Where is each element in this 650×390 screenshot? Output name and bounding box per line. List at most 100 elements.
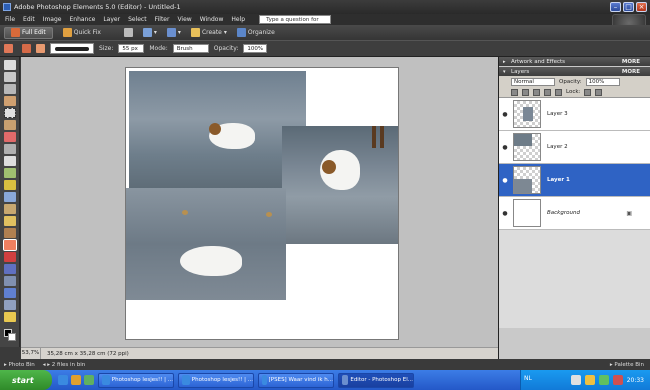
clone-stamp-icon[interactable] (3, 228, 16, 238)
menu-file[interactable]: File (5, 16, 15, 23)
create-button[interactable]: Create ▾ (188, 28, 230, 37)
menu-select[interactable]: Select (128, 16, 147, 23)
menu-filter[interactable]: Filter (155, 16, 170, 23)
ie-icon[interactable] (58, 375, 68, 385)
menu-edit[interactable]: Edit (23, 16, 35, 23)
print-button[interactable] (121, 28, 136, 37)
layer-name[interactable]: Background (547, 210, 580, 216)
taskbar-item[interactable]: [PSES] Waar vind ik h... (258, 372, 334, 388)
palette-bin-toggle[interactable]: ▸ Palette Bin (610, 362, 644, 368)
new-layer-icon[interactable] (511, 88, 518, 96)
adjustment-layer-icon[interactable] (522, 88, 529, 96)
layer-row-layer-1[interactable]: ● Layer 1 (499, 164, 650, 197)
delete-layer-icon[interactable] (533, 88, 540, 96)
layer-row-layer-3[interactable]: ● Layer 3 (499, 98, 650, 131)
paint-bucket-icon[interactable] (3, 264, 16, 274)
artwork-palette-header[interactable]: ▸ Artwork and Effects MORE (499, 57, 650, 66)
order-prints-button[interactable]: ▾ (164, 28, 184, 37)
menu-layer[interactable]: Layer (103, 16, 120, 23)
document-info[interactable]: 35,28 cm x 35,28 cm (72 ppi) (41, 351, 129, 357)
menu-image[interactable]: Image (43, 16, 62, 23)
shape-tool-icon[interactable] (3, 288, 16, 298)
link-layers-icon[interactable] (544, 88, 551, 96)
share-button[interactable]: ▾ (140, 28, 160, 37)
color-swatches[interactable] (4, 329, 16, 341)
media-icon[interactable] (84, 375, 94, 385)
eyedropper-tool-icon[interactable] (3, 96, 16, 106)
tab-full-edit[interactable]: Full Edit (4, 26, 53, 39)
language-indicator[interactable]: NL (524, 375, 532, 382)
menu-enhance[interactable]: Enhance (69, 16, 95, 23)
tray-icon[interactable] (584, 375, 595, 385)
size-field[interactable]: 55 px (118, 44, 145, 53)
straighten-tool-icon[interactable] (3, 192, 16, 202)
lock-icon: ▣ (626, 209, 632, 217)
layers-more-button[interactable]: MORE (622, 69, 640, 75)
zoom-level[interactable]: 53,7% (21, 348, 41, 359)
marquee-tool-icon[interactable] (3, 108, 16, 118)
menu-window[interactable]: Window (200, 16, 224, 23)
magic-wand-tool-icon[interactable] (3, 132, 16, 142)
layer-name[interactable]: Layer 1 (547, 177, 570, 183)
blur-tool-icon[interactable] (3, 300, 16, 310)
lock-transparent-pixels-icon[interactable] (584, 88, 592, 96)
move-tool-icon[interactable] (3, 60, 16, 70)
cookie-cutter-icon[interactable] (3, 180, 16, 190)
start-button[interactable]: start (0, 370, 52, 390)
lasso-tool-icon[interactable] (3, 120, 16, 130)
tray-icon[interactable] (598, 375, 609, 385)
maximize-button[interactable]: □ (623, 2, 634, 12)
help-search-input[interactable]: Type a question for help (259, 15, 332, 32)
opacity-field[interactable]: 100% (243, 44, 268, 53)
menu-help[interactable]: Help (231, 16, 245, 23)
visibility-eye-icon[interactable]: ● (499, 210, 511, 217)
zoom-tool-icon[interactable] (3, 72, 16, 82)
crop-tool-icon[interactable] (3, 168, 16, 178)
layer-name[interactable]: Layer 3 (547, 111, 568, 117)
start-label: start (12, 375, 34, 385)
stone-figure (182, 210, 188, 215)
type-tool-icon[interactable] (3, 156, 16, 166)
collapse-triangle-icon: ▸ (503, 58, 506, 65)
clock[interactable]: 20:33 (627, 377, 644, 384)
blend-mode-select[interactable]: Normal (511, 77, 555, 86)
artwork-more-button[interactable]: MORE (622, 59, 640, 65)
opacity-label: Opacity: (213, 45, 239, 52)
layer-row-background[interactable]: ● Background ▣ (499, 197, 650, 230)
sponge-tool-icon[interactable] (3, 312, 16, 322)
minimize-button[interactable]: – (610, 2, 621, 12)
hand-tool-icon[interactable] (3, 84, 16, 94)
menu-view[interactable]: View (177, 16, 191, 23)
tray-icon[interactable] (612, 375, 623, 385)
document-canvas[interactable] (125, 67, 399, 340)
taskbar-item[interactable]: Photoshop lesjes!! | ... (98, 372, 174, 388)
layer-name[interactable]: Layer 2 (547, 144, 568, 150)
selection-brush-icon[interactable] (3, 144, 16, 154)
visibility-eye-icon[interactable]: ● (499, 177, 511, 184)
background-color[interactable] (8, 333, 16, 341)
visibility-eye-icon[interactable]: ● (499, 144, 511, 151)
layer-row-layer-2[interactable]: ● Layer 2 (499, 131, 650, 164)
brush-preset-picker[interactable] (50, 43, 94, 54)
folder-icon[interactable] (71, 375, 81, 385)
layers-opacity-field[interactable]: 100% (585, 77, 620, 86)
close-button[interactable]: × (636, 2, 647, 12)
magic-eraser-icon[interactable] (36, 44, 45, 53)
eraser-tool-icon[interactable] (2, 239, 17, 251)
mode-select[interactable]: Brush (172, 44, 209, 53)
pencil-tool-icon[interactable] (3, 252, 16, 262)
layers-palette-header[interactable]: ▾ Layers MORE (499, 67, 650, 76)
tray-icon[interactable] (570, 375, 581, 385)
background-eraser-icon[interactable] (22, 44, 31, 53)
photo-bin-toggle[interactable]: ▸ Photo Bin (4, 362, 35, 368)
taskbar-item[interactable]: Photoshop lesjes!! | ... (178, 372, 254, 388)
spot-healing-icon[interactable] (3, 216, 16, 226)
tab-quick-fix[interactable]: Quick Fix (57, 27, 107, 39)
lock-all-icon[interactable] (595, 88, 603, 96)
lock-transparency-icon[interactable] (555, 88, 562, 96)
organize-button[interactable]: Organize (234, 28, 278, 37)
gradient-tool-icon[interactable] (3, 276, 16, 286)
red-eye-tool-icon[interactable] (3, 204, 16, 214)
visibility-eye-icon[interactable]: ● (499, 111, 511, 118)
taskbar-item[interactable]: Editor - Photoshop El... (338, 372, 414, 388)
